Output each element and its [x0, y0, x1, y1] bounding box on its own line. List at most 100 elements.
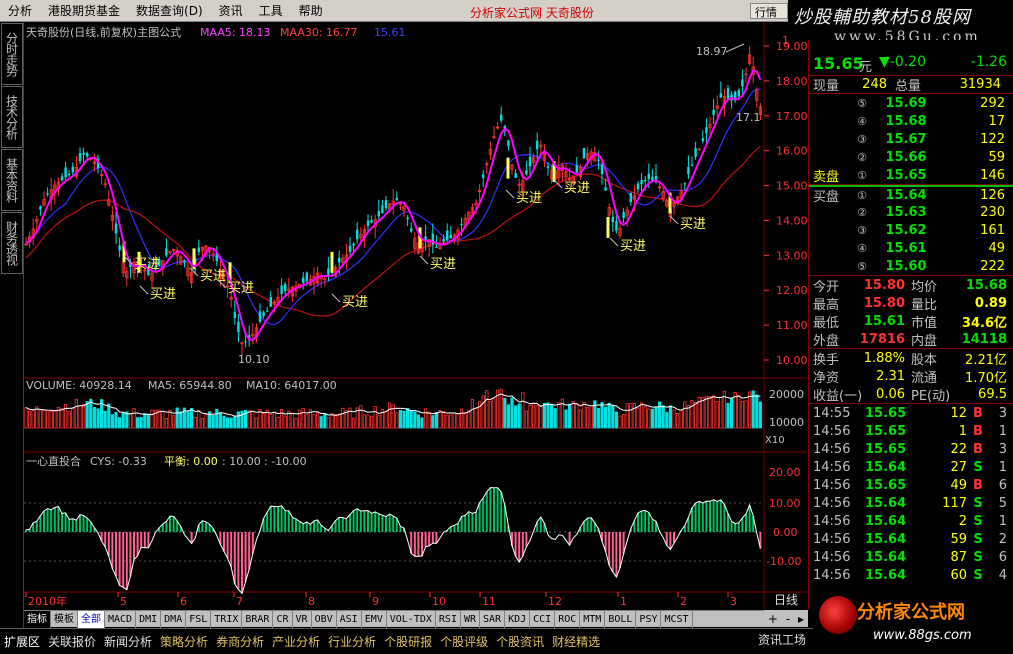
menu-item-news[interactable]: 资讯 — [211, 2, 251, 19]
tick-volume: 1 — [958, 423, 967, 439]
bottom-bar-item[interactable]: 个股研报 — [380, 633, 436, 650]
bottom-bar-item[interactable]: 行业分析 — [324, 633, 380, 650]
indicator-tab[interactable]: FSL — [186, 610, 212, 628]
bottom-bar-item[interactable]: 产业分析 — [268, 633, 324, 650]
bottom-bar-item[interactable]: 券商分析 — [212, 633, 268, 650]
watermark-logo-text: 炒股輔助教材58股网 — [794, 7, 971, 28]
tick-row: 14:56 15.65 49 B 6 — [809, 476, 1013, 494]
indicator-tab[interactable]: MTM — [580, 610, 606, 628]
tab-fundamentals[interactable]: 基本资料 — [1, 149, 23, 211]
buy-signal-label: 买进 — [516, 191, 542, 206]
candle-body — [514, 173, 517, 178]
order-volume: 122 — [980, 131, 1005, 147]
tab-financials[interactable]: 财务透视 — [1, 212, 23, 274]
indicator-tab[interactable]: ASI — [337, 610, 362, 628]
stat-value-2: 1.70亿 — [965, 370, 1007, 386]
candlesticks — [24, 46, 763, 356]
tick-price: 15.64 — [865, 513, 907, 529]
bottom-bar-item[interactable]: 个股评级 — [436, 633, 492, 650]
indicator-tab[interactable]: VR — [293, 610, 312, 628]
indicator-tab[interactable]: CR — [273, 610, 293, 628]
volume-bar — [708, 396, 712, 429]
indicator-tab[interactable]: WR — [461, 610, 481, 628]
volume-bar — [53, 409, 57, 429]
zoom-out-button[interactable]: - — [786, 612, 790, 626]
tab-technical[interactable]: 技术分析 — [1, 86, 23, 148]
menu-item-help[interactable]: 帮助 — [291, 2, 331, 19]
stat-label: 外盘 — [813, 333, 840, 349]
order-price: 15.64 — [885, 187, 927, 203]
volume-bar — [136, 417, 140, 429]
indicator-tab[interactable]: EMV — [362, 610, 387, 628]
indicator-tab[interactable]: DMI — [136, 610, 162, 628]
volume-bar — [193, 416, 197, 429]
total-volume: 31934 — [959, 77, 1001, 92]
zoom-in-button[interactable]: + — [768, 612, 778, 626]
indicator-tab[interactable]: KDJ — [505, 610, 531, 628]
quote-button[interactable]: 行情 — [750, 3, 788, 19]
indicator-tab[interactable]: 全部 — [78, 610, 105, 628]
indicator-tab[interactable]: BOLL — [605, 610, 637, 628]
indicator-tab[interactable]: 模板 — [51, 610, 78, 628]
tick-volume: 60 — [950, 567, 967, 583]
indicator-tab[interactable]: DMA — [161, 610, 187, 628]
menu-item-data-query[interactable]: 数据查询(D) — [128, 2, 211, 19]
tick-side: S — [973, 549, 983, 565]
volume-bar — [337, 413, 341, 429]
indicator-tab[interactable]: CCI — [530, 610, 556, 628]
volume-bar — [128, 414, 132, 429]
volume-bar — [254, 417, 258, 429]
volume-bar — [683, 401, 687, 429]
indicator-tab[interactable]: 指标 — [24, 610, 51, 628]
candle-body — [64, 167, 67, 178]
candle-body — [86, 153, 89, 157]
indicator-tab[interactable]: MCST — [661, 610, 693, 628]
scroll-right-icon[interactable]: ▸ — [798, 612, 804, 626]
stat-row: 收益(一) 0.06 PE(动) 69.5 — [809, 385, 1013, 404]
indicator-tab[interactable]: TRIX — [211, 610, 243, 628]
indicator-tab[interactable]: SAR — [480, 610, 506, 628]
volume-row: 现量 248 总量 31934 — [809, 76, 1013, 94]
volume-bar — [413, 411, 417, 429]
candle-body — [600, 164, 604, 174]
volume-ma5-label: MA5: 65944.80 — [148, 379, 232, 392]
tick-list: 14:55 15.65 12 B 3 14:56 15.65 1 B 1 14:56 15.65 22 B… — [809, 404, 1013, 584]
menu-item-tools[interactable]: 工具 — [251, 2, 291, 19]
menu-item-hk-futures[interactable]: 港股期货基金 — [40, 2, 128, 19]
indicator-tab[interactable]: OBV — [312, 610, 337, 628]
volume-bar — [125, 411, 129, 429]
bottom-bar-item[interactable]: 策略分析 — [156, 633, 212, 650]
indicator-tab[interactable]: PSY — [636, 610, 662, 628]
chart-canvas[interactable]: 天奇股份(日线,前复权)主图公式 MAA5: 18.13 MAA30: 16.7… — [24, 22, 808, 609]
indicator-tab[interactable]: RSI — [436, 610, 461, 628]
period-label[interactable]: 日线 — [774, 593, 798, 607]
order-volume: 49 — [988, 240, 1005, 256]
volume-bar — [748, 391, 752, 429]
order-price: 15.67 — [885, 131, 927, 147]
indicator-tab[interactable]: MACD — [105, 610, 137, 628]
bottom-bar-item[interactable]: 新闻分析 — [100, 633, 156, 650]
indicator-tab[interactable]: VOL-TDX — [387, 610, 436, 628]
volume-bar — [67, 410, 71, 429]
candle-body — [500, 114, 503, 121]
maa5-label: MAA5: 18.13 — [200, 26, 271, 39]
news-workshop-button[interactable]: 资讯工场 — [758, 631, 806, 648]
volume-bar — [607, 402, 611, 429]
brand-badge: 分析家公式网 www.88gs.com — [813, 592, 1013, 654]
tab-intraday[interactable]: 分时走势 — [1, 23, 23, 85]
order-side-label: 买盘 — [813, 189, 840, 205]
bottom-bar-item[interactable]: 关联报价 — [44, 633, 100, 650]
bottom-bar-item[interactable]: 财经精选 — [548, 633, 604, 650]
volume-bar — [369, 415, 374, 429]
volume-bar — [272, 412, 276, 429]
volume-bar — [485, 390, 489, 429]
indicator-tab[interactable]: BRAR — [242, 610, 274, 628]
volume-bar — [632, 403, 637, 429]
menu-item-analysis[interactable]: 分析 — [0, 2, 40, 19]
chart-area[interactable]: 天奇股份(日线,前复权)主图公式 MAA5: 18.13 MAA30: 16.7… — [24, 22, 808, 609]
bottom-bar-item[interactable]: 扩展区 — [0, 633, 44, 650]
indicator-tab[interactable]: ROC — [555, 610, 581, 628]
tick-volume: 22 — [950, 441, 967, 457]
volume-bar — [362, 414, 367, 429]
bottom-bar-item[interactable]: 个股资讯 — [492, 633, 548, 650]
